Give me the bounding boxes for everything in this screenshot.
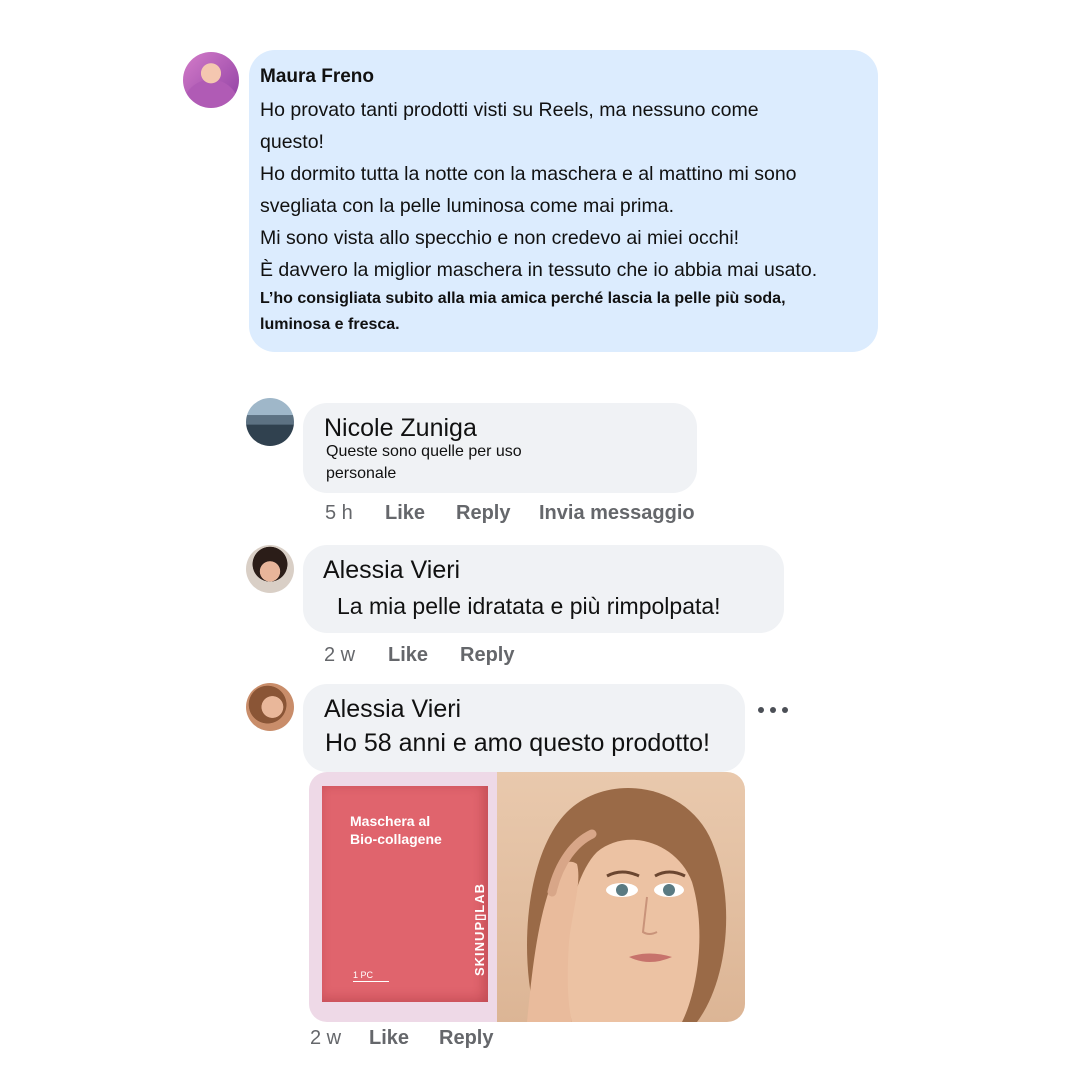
comment-text-line: Mi sono vista allo specchio e non credev… xyxy=(260,227,740,249)
portrait-photo xyxy=(497,772,745,1022)
reply-bubble-alessia: Alessia Vieri La mia pelle idratata e pi… xyxy=(303,545,784,633)
reply-author[interactable]: Nicole Zuniga xyxy=(324,413,477,443)
reply-text-line: personale xyxy=(326,465,397,482)
comment-text-line: questo! xyxy=(260,131,324,153)
reply-button[interactable]: Reply xyxy=(439,1027,493,1050)
reply-button[interactable]: Reply xyxy=(460,644,514,667)
reply-author[interactable]: Alessia Vieri xyxy=(324,694,461,724)
like-button[interactable]: Like xyxy=(385,502,425,525)
reply-text-line: Queste sono quelle per uso xyxy=(326,443,522,460)
reply-text: Ho 58 anni e amo questo prodotto! xyxy=(325,729,710,757)
like-button[interactable]: Like xyxy=(388,644,428,667)
comment-text-line: Ho dormito tutta la notte con la mascher… xyxy=(260,163,797,185)
like-button[interactable]: Like xyxy=(369,1027,409,1050)
mask-sachet: Maschera al Bio-collagene 1 PC SKINUP▯LA… xyxy=(322,786,488,1002)
product-quantity: 1 PC xyxy=(353,970,389,982)
product-title: Maschera al Bio-collagene xyxy=(350,813,442,847)
comment-text-line: Ho provato tanti prodotti visti su Reels… xyxy=(260,99,759,121)
avatar-alessia[interactable] xyxy=(246,545,294,593)
comment-text-line: svegliata con la pelle luminosa come mai… xyxy=(260,195,675,217)
avatar-maura[interactable] xyxy=(183,52,239,108)
avatar-alessia[interactable] xyxy=(246,683,294,731)
reply-text: La mia pelle idratata e più rimpolpata! xyxy=(337,593,721,619)
reply-timestamp[interactable]: 5 h xyxy=(325,502,353,525)
comment-text-line: È davvero la miglior maschera in tessuto… xyxy=(260,259,818,281)
comment-bubble-maura: Maura Freno Ho provato tanti prodotti vi… xyxy=(249,50,878,352)
product-photo: Maschera al Bio-collagene 1 PC SKINUP▯LA… xyxy=(309,772,497,1022)
reply-timestamp[interactable]: 2 w xyxy=(310,1027,341,1050)
send-message-button[interactable]: Invia messaggio xyxy=(539,502,695,525)
portrait-illustration xyxy=(527,788,727,1022)
brand-logo: SKINUP▯LAB xyxy=(472,883,487,976)
comment-author[interactable]: Maura Freno xyxy=(260,64,868,90)
image-attachment[interactable]: Maschera al Bio-collagene 1 PC SKINUP▯LA… xyxy=(309,772,745,1022)
reply-bubble-nicole: Nicole Zuniga Queste sono quelle per uso… xyxy=(303,403,697,493)
reply-bubble-alessia: Alessia Vieri Ho 58 anni e amo questo pr… xyxy=(303,684,745,772)
more-options-icon[interactable] xyxy=(758,698,788,722)
avatar-nicole[interactable] xyxy=(246,398,294,446)
reply-author[interactable]: Alessia Vieri xyxy=(323,555,460,585)
reply-timestamp[interactable]: 2 w xyxy=(324,644,355,667)
comment-text-line: luminosa e fresca. xyxy=(260,316,400,333)
reply-button[interactable]: Reply xyxy=(456,502,510,525)
comment-text-line: L’ho consigliata subito alla mia amica p… xyxy=(260,290,786,307)
